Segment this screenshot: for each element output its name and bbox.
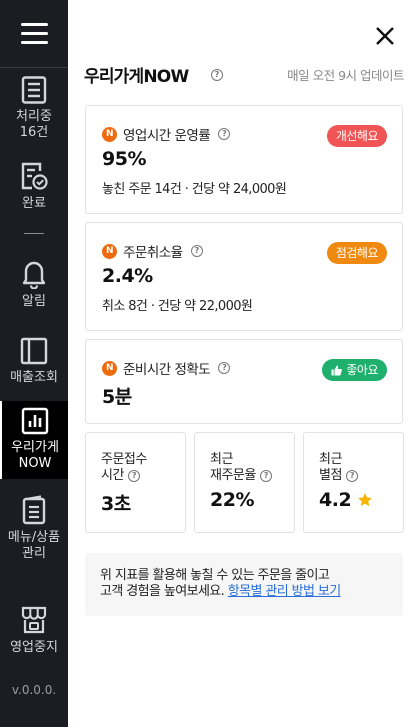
sidebar-item-label: 영업중지 (10, 640, 58, 655)
mini-card-label-line2: 시간 (101, 468, 124, 483)
metric-detail: 취소 8건 · 건당 약 22,000원 (102, 299, 253, 314)
help-icon[interactable]: ? (127, 469, 140, 482)
mini-card-value: 3초 (101, 493, 131, 515)
page-title: 우리가게NOW (84, 67, 189, 87)
sidebar-item-store-now[interactable]: 우리가게 NOW (0, 401, 68, 479)
help-icon[interactable]: ? (218, 362, 231, 374)
ledger-icon (20, 337, 48, 365)
mini-card-label-line1: 주문접수 (101, 452, 147, 467)
help-icon[interactable]: ? (211, 69, 223, 81)
mini-card-label-line2: 별점 (319, 468, 342, 483)
sidebar-item-label: 완료 (22, 196, 46, 211)
bar-chart-icon (21, 407, 49, 435)
sidebar-divider (24, 233, 44, 234)
sidebar-item-pause[interactable]: 영업중지 (0, 605, 68, 656)
tip-text-line2: 고객 경험을 높여보세요. (100, 584, 225, 599)
thumbs-up-icon (331, 365, 343, 375)
menu-list-icon (22, 495, 46, 525)
mini-card-accept-time: 주문접수 시간? 3초 (85, 432, 186, 533)
guide-link[interactable]: 항목별 관리 방법 보기 (228, 584, 341, 599)
status-badge: 개선해요 (326, 125, 387, 147)
sidebar-item-complete[interactable]: 완료 (0, 161, 68, 212)
update-note: 매일 오전 9시 업데이트 (287, 68, 404, 83)
metric-value: 2.4% (102, 265, 153, 287)
hamburger-icon (20, 22, 48, 45)
n-badge-icon: N (102, 243, 117, 259)
help-icon[interactable]: ? (218, 128, 231, 140)
n-badge-icon: N (102, 126, 117, 142)
sidebar-item-label: 우리가게 (11, 440, 59, 455)
list-document-icon (21, 76, 47, 104)
close-icon[interactable] (375, 26, 395, 46)
metric-card-operating-rate: N 영업시간 운영률 ? 개선해요 95% 놓친 주문 14건 · 건당 약 2… (85, 105, 403, 214)
metric-value: 5분 (102, 386, 132, 408)
status-badge: 점검해요 (326, 242, 387, 264)
metric-detail: 놓친 주문 14건 · 건당 약 24,000원 (102, 182, 287, 197)
metric-card-cancel-rate: N 주문취소율 ? 점검해요 2.4% 취소 8건 · 건당 약 22,000원 (85, 222, 403, 331)
mini-card-label: 최근 재주문율? (210, 452, 272, 484)
sidebar-item-count: 16건 (19, 125, 49, 140)
sidebar-item-label: 알림 (22, 294, 46, 309)
sidebar-item-label: 메뉴/상품 (7, 530, 61, 545)
sidebar-item-menu-products[interactable]: 메뉴/상품 관리 (0, 495, 68, 562)
n-badge-icon: N (102, 360, 117, 376)
metric-card-prep-accuracy: N 준비시간 정확도 ? 좋아요 5분 (85, 339, 403, 424)
mini-card-label-line1: 최근 (319, 452, 342, 467)
help-icon[interactable]: ? (190, 245, 203, 257)
sidebar-item-alerts[interactable]: 알림 (0, 259, 68, 310)
metric-title-text: 준비시간 정확도 (123, 362, 211, 378)
mini-card-label-line2: 재주문율 (210, 468, 256, 483)
sidebar-item-processing[interactable]: 처리중 16건 (0, 76, 68, 141)
sidebar-item-label-2: NOW (18, 456, 52, 471)
main-panel: 우리가게NOW ? 매일 오전 9시 업데이트 N 영업시간 운영률 ? 개선해… (68, 0, 419, 727)
metric-title-text: 주문취소율 (123, 245, 183, 261)
tip-text: 위 지표를 활용해 놓칠 수 있는 주문을 줄이고 고객 경험을 높여보세요. … (100, 568, 341, 600)
metric-value: 95% (102, 148, 146, 170)
sidebar-item-sales[interactable]: 매출조회 (0, 337, 68, 386)
status-badge-label: 좋아요 (346, 363, 378, 377)
metric-title-text: 영업시간 운영률 (123, 128, 211, 144)
help-icon[interactable]: ? (345, 469, 358, 482)
mini-card-value: 4.2 (319, 489, 352, 511)
mini-card-value: 22% (210, 489, 254, 511)
metric-title: N 준비시간 정확도 ? (102, 358, 231, 378)
mini-card-rating: 최근 별점? 4.2 (303, 432, 404, 533)
app-version: v.0.0.0. (11, 683, 57, 697)
panel-header: 우리가게NOW ? 매일 오전 9시 업데이트 (84, 62, 404, 87)
mini-card-label-line1: 최근 (210, 452, 233, 467)
mini-card-label: 주문접수 시간? (101, 452, 147, 484)
tip-notice: 위 지표를 활용해 놓칠 수 있는 주문을 줄이고 고객 경험을 높여보세요. … (85, 553, 403, 616)
star-icon (358, 493, 373, 507)
mini-card-reorder-rate: 최근 재주문율? 22% (194, 432, 295, 533)
status-badge: 좋아요 (322, 359, 387, 381)
bell-icon (22, 261, 46, 289)
sidebar-item-label: 매출조회 (10, 370, 58, 385)
help-icon[interactable]: ? (259, 469, 272, 482)
tip-text-line1: 위 지표를 활용해 놓칠 수 있는 주문을 줄이고 (100, 568, 330, 583)
sidebar: 처리중 16건 완료 알림 매출조회 우리가게 NOW 메뉴/상품 관리 영업중… (0, 0, 68, 727)
metric-title: N 영업시간 운영률 ? (102, 124, 231, 144)
sidebar-item-label-2: 관리 (22, 546, 46, 561)
checked-document-icon (21, 162, 48, 190)
sidebar-item-label: 처리중 (16, 109, 52, 124)
menu-button[interactable] (0, 0, 68, 68)
mini-card-value-wrap: 4.2 (319, 489, 373, 511)
mini-card-label: 최근 별점? (319, 452, 358, 484)
store-closed-icon (21, 606, 47, 634)
metric-title: N 주문취소율 ? (102, 241, 203, 261)
